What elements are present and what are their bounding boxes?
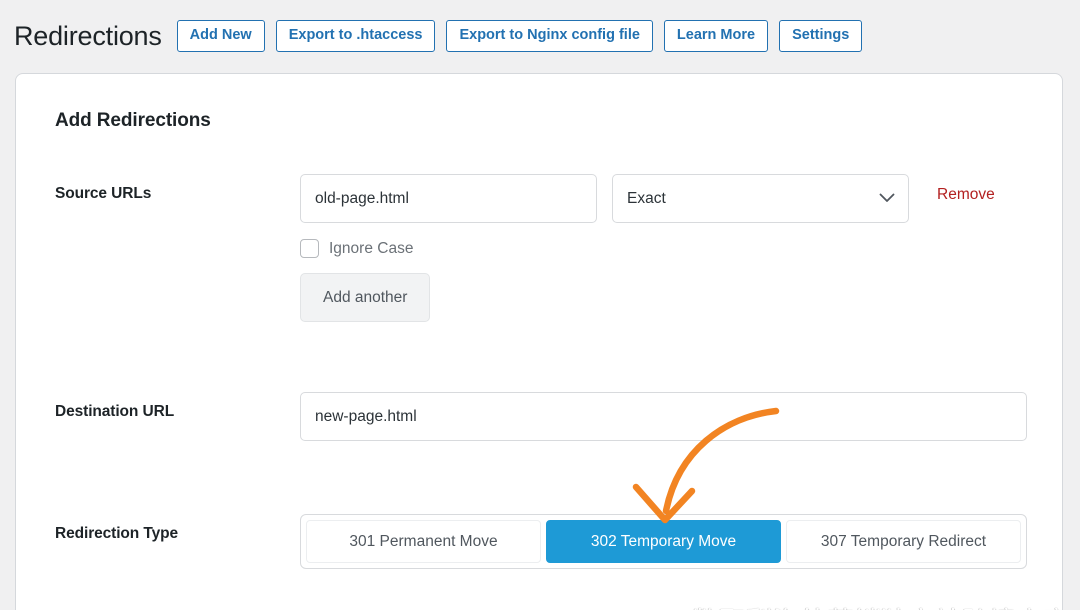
destination-url-fields [300,392,1062,441]
export-htaccess-button[interactable]: Export to .htaccess [276,20,436,52]
destination-url-input[interactable] [300,392,1027,441]
source-url-inline-group: Exact Remove [300,174,1062,223]
add-new-button[interactable]: Add New [177,20,265,52]
source-urls-row: Source URLs Exact Remove [16,174,1062,322]
wechat-watermark: 数聚梨海外营销独立站跨境电商 [642,600,1063,610]
destination-url-row: Destination URL [16,392,1062,441]
settings-button[interactable]: Settings [779,20,862,52]
match-type-selected-value: Exact [627,190,666,208]
ignore-case-row[interactable]: Ignore Case [300,239,1062,258]
source-urls-fields: Exact Remove Ignore Case Add another [300,174,1062,322]
page-title: Redirections [14,21,162,52]
source-urls-label: Source URLs [55,174,300,203]
wechat-logo-icon [642,600,688,610]
page-header: Redirections Add New Export to .htaccess… [0,0,1080,60]
redirection-type-row: Redirection Type 301 Permanent Move 302 … [16,514,1062,569]
match-type-select-box[interactable]: Exact [612,174,909,223]
ignore-case-checkbox[interactable] [300,239,319,258]
source-url-input[interactable] [300,174,597,223]
redirection-type-segmented-control: 301 Permanent Move 302 Temporary Move 30… [300,514,1027,569]
learn-more-button[interactable]: Learn More [664,20,768,52]
redirection-type-option-307[interactable]: 307 Temporary Redirect [786,520,1021,563]
destination-url-label: Destination URL [55,392,300,421]
remove-source-link[interactable]: Remove [937,174,995,204]
match-type-select[interactable]: Exact [612,174,909,223]
card-title: Add Redirections [55,110,1062,132]
add-another-button[interactable]: Add another [300,273,430,322]
add-redirections-card: Add Redirections Source URLs Exact Remov… [15,73,1063,610]
export-nginx-config-button[interactable]: Export to Nginx config file [446,20,652,52]
ignore-case-label: Ignore Case [329,240,413,258]
redirection-type-fields: 301 Permanent Move 302 Temporary Move 30… [300,514,1062,569]
redirection-type-option-301[interactable]: 301 Permanent Move [306,520,541,563]
redirection-type-label: Redirection Type [55,514,300,543]
redirection-type-option-302[interactable]: 302 Temporary Move [546,520,781,563]
